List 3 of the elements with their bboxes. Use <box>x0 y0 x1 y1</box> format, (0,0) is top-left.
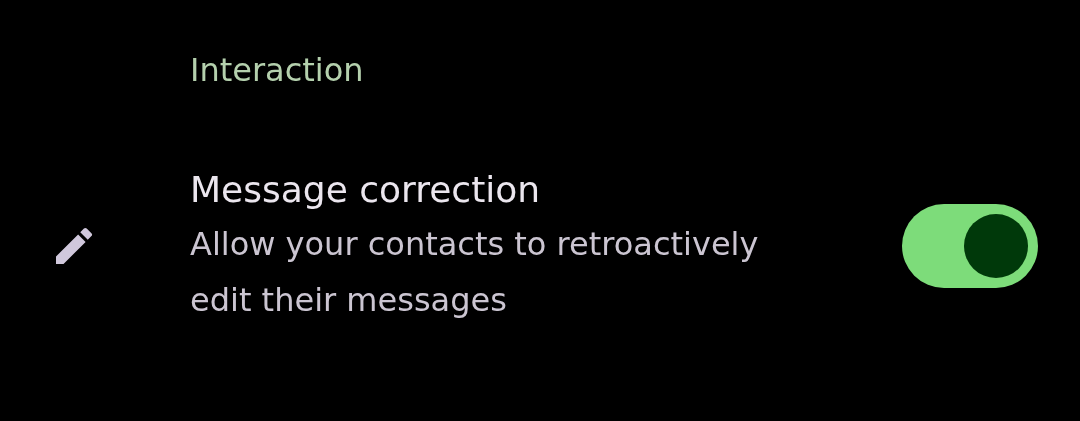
setting-title: Message correction <box>190 168 541 212</box>
setting-description: Allow your contacts to retroactively edit their messages <box>190 224 760 321</box>
section-header: Interaction <box>190 50 364 91</box>
